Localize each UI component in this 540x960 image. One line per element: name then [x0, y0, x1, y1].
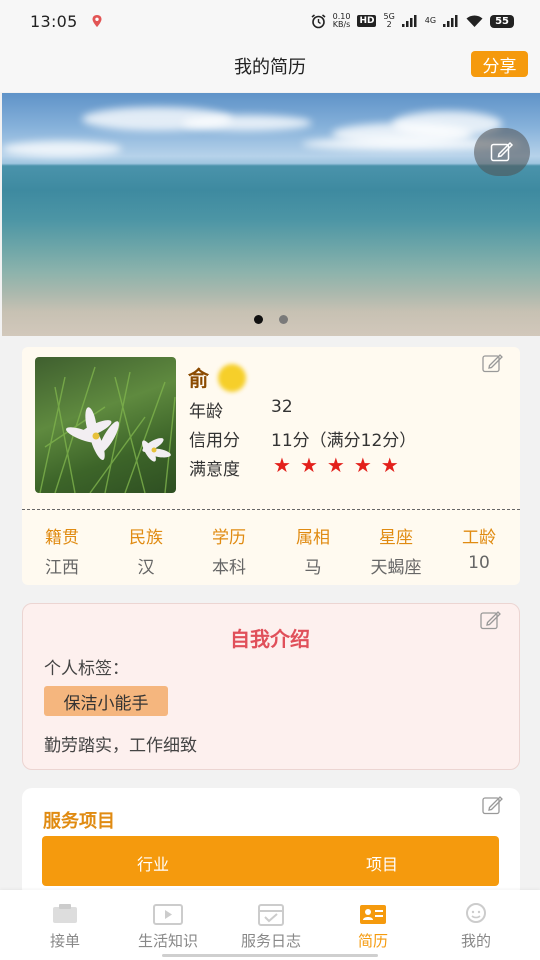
attribute-value: 马 [304, 558, 322, 578]
attribute-label: 籍贯 [45, 528, 79, 548]
attribute-value: 10 [468, 553, 490, 573]
attribute-value: 本科 [212, 558, 246, 578]
service-tab-bar [42, 836, 499, 886]
carousel-dot[interactable] [254, 315, 263, 324]
attribute-label: 属相 [296, 528, 330, 548]
star-icon: ★ [299, 453, 318, 477]
cover-banner [2, 93, 540, 336]
status-time: 13:05 [30, 11, 78, 31]
star-icon: ★ [353, 453, 372, 477]
age-label: 年龄 [189, 402, 223, 422]
worker-name: 俞 [188, 367, 209, 391]
status-icons: 0.10 KB/s HD 5G 2 4G 55 [311, 13, 514, 29]
personal-tag: 保洁小能手 [44, 686, 168, 716]
star-icon: ★ [380, 453, 399, 477]
edit-icon[interactable] [482, 353, 504, 373]
divider [22, 509, 520, 510]
tags-label: 个人标签： [44, 659, 129, 679]
page-title: 我的简历 [234, 57, 306, 78]
attribute-label: 星座 [379, 528, 413, 548]
attribute-value: 汉 [137, 558, 155, 578]
star-icon: ★ [326, 453, 345, 477]
carousel-dot[interactable] [279, 315, 288, 324]
attribute-value: 天蝎座 [370, 558, 422, 578]
network-4g: 4G [424, 16, 437, 25]
satisfaction-stars: ★ ★ ★ ★ ★ [273, 455, 399, 475]
status-bar: 13:05 0.10 KB/s HD 5G 2 4G 55 [0, 0, 540, 42]
orders-icon [53, 904, 77, 923]
net-speed: 0.10 KB/s [332, 12, 351, 29]
tab-orders[interactable]: 接单 [11, 890, 119, 960]
age-value: 32 [271, 397, 293, 417]
share-button[interactable]: 分享 [471, 51, 528, 77]
tab-mine[interactable]: 我的 [422, 890, 530, 960]
home-indicator [162, 954, 378, 957]
network-5g: 5G 2 [383, 12, 395, 29]
tab-project[interactable]: 项目 [366, 851, 398, 875]
edit-cover-button[interactable] [474, 128, 530, 176]
resume-icon [360, 905, 386, 924]
calendar-icon [258, 904, 284, 926]
tab-service-log[interactable]: 服务日志 [217, 890, 325, 960]
flower-photo [39, 366, 176, 493]
avatar[interactable] [35, 357, 176, 493]
tab-industry[interactable]: 行业 [137, 851, 169, 875]
attribute-label: 民族 [129, 528, 163, 548]
battery-icon: 55 [490, 14, 514, 28]
credit-value: 11分（满分12分） [271, 431, 417, 451]
video-icon [153, 904, 183, 925]
star-icon: ★ [273, 453, 291, 477]
attribute-label: 学历 [212, 528, 246, 548]
intro-title: 自我介绍 [230, 627, 310, 651]
edit-icon [490, 141, 514, 162]
credit-label: 信用分 [189, 431, 240, 451]
intro-text: 勤劳踏实，工作细致 [44, 736, 197, 756]
signal-icon [401, 15, 417, 27]
nav-bar: 我的简历 [0, 42, 540, 92]
satisfaction-label: 满意度 [189, 460, 240, 480]
attribute-label: 工龄 [462, 528, 496, 548]
alarm-icon [311, 13, 326, 28]
location-icon [92, 15, 102, 27]
edit-icon[interactable] [482, 795, 504, 815]
profile-icon [466, 903, 486, 923]
tab-resume[interactable]: 简历 [319, 890, 427, 960]
signal-icon [443, 15, 458, 27]
tab-life-knowledge[interactable]: 生活知识 [114, 890, 222, 960]
edit-icon[interactable] [480, 610, 502, 630]
attribute-value: 江西 [45, 558, 79, 578]
service-title: 服务项目 [43, 811, 115, 832]
name-mask [218, 364, 246, 392]
hd-badge: HD [357, 15, 377, 27]
wifi-icon [466, 15, 483, 27]
